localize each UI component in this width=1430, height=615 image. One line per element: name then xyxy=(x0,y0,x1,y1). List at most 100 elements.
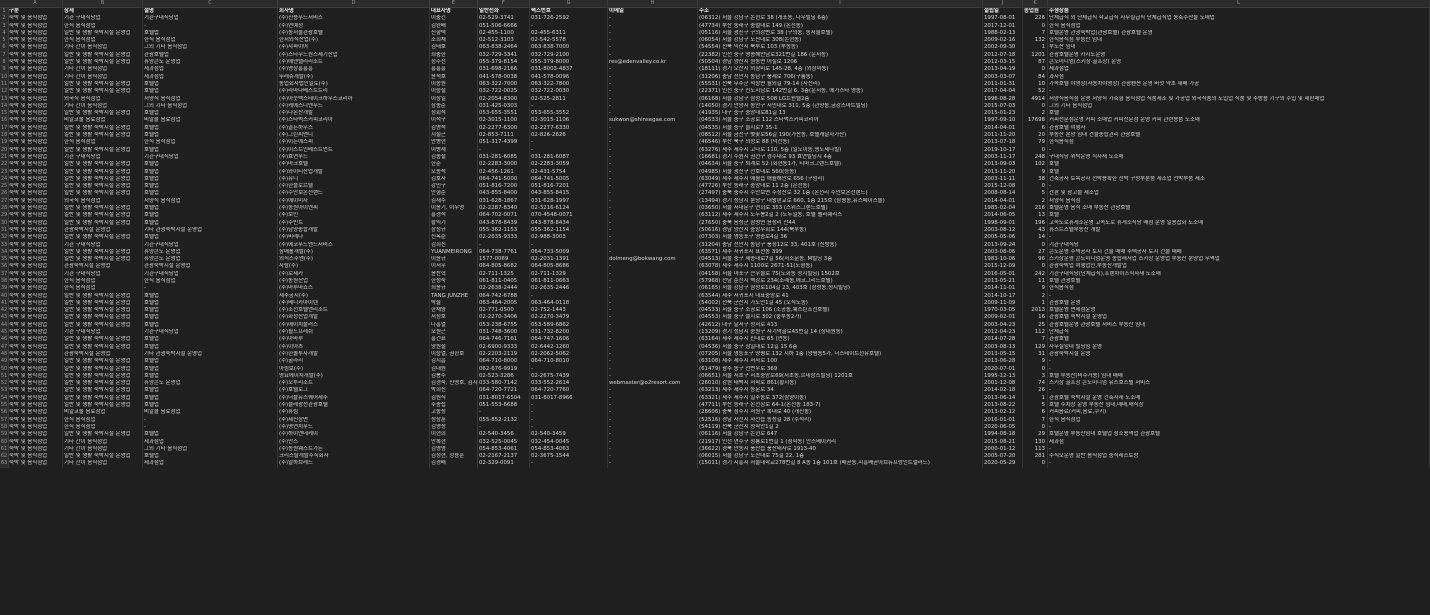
table-cell[interactable]: - xyxy=(608,321,698,330)
table-cell[interactable]: 043-855-8415 xyxy=(530,190,608,198)
table-cell[interactable]: (21917) 인천 연수구 청룡로1번길 1 (청학동) 안스베이커리 xyxy=(698,438,983,446)
table-cell[interactable]: (22371) 인천 중구 신도시남로 142번길 6, 3층(운서동, 에가스… xyxy=(698,88,983,96)
table-cell[interactable]: 02-988-3003 xyxy=(530,234,608,242)
table-cell[interactable]: 숙박 및 음식점업 xyxy=(8,402,63,410)
table-cell[interactable]: 055-852-2132 xyxy=(478,416,530,424)
row-number[interactable]: 22 xyxy=(0,161,8,169)
table-cell[interactable]: 1998-09-01 xyxy=(983,219,1023,227)
table-cell[interactable]: - xyxy=(608,350,698,359)
table-cell[interactable]: 기관구내식당(단체급식),프랜차이즈식자재 도소매 xyxy=(1048,270,1430,278)
table-cell[interactable]: 호텔업 xyxy=(143,161,278,169)
table-cell[interactable]: 일반 및 생활 숙박시설 운영업 xyxy=(63,292,143,300)
table-cell[interactable]: 1997-08-01 xyxy=(983,15,1023,23)
table-cell[interactable]: - xyxy=(608,95,698,103)
table-cell[interactable]: (07205) 서울 영등포구 양평로 132 지하 1층 (양평동5가, 더스… xyxy=(698,350,983,359)
table-cell[interactable]: (55531) 전북 무주군 적상면 월외길 79-14 (사천리) xyxy=(698,80,983,89)
table-cell[interactable]: 14 xyxy=(1023,234,1048,242)
table-cell[interactable]: (06054) 서울 강남구 도산대로 308(논현동) xyxy=(698,37,983,45)
table-cell[interactable]: 장정규 xyxy=(430,226,478,235)
table-cell[interactable]: 02-2283-3000 xyxy=(478,161,530,169)
table-cell[interactable]: 2011-11-20 xyxy=(983,132,1023,140)
table-cell[interactable]: 79 xyxy=(1023,139,1048,147)
table-cell[interactable]: 숙박 및 음식점업 xyxy=(8,438,63,446)
table-cell[interactable]: 비알코올 음료점업 xyxy=(63,409,143,417)
table-cell[interactable]: - xyxy=(530,146,608,154)
table-cell[interactable]: 호텔업 xyxy=(143,219,278,227)
table-cell[interactable]: 호텔업 xyxy=(143,343,278,351)
table-cell[interactable]: 02-2270-3479 xyxy=(530,314,608,322)
table-cell[interactable]: 2014-04-01 xyxy=(983,197,1023,206)
table-cell[interactable]: 숙박 및 음식점업 xyxy=(8,365,63,373)
header-cell[interactable]: 이메일 xyxy=(608,8,698,16)
table-cell[interactable]: 호텔업 xyxy=(143,453,278,461)
row-number[interactable]: 15 xyxy=(0,110,8,118)
table-cell[interactable]: 064-702-0071 xyxy=(478,212,530,220)
row-number[interactable]: 18 xyxy=(0,132,8,140)
table-cell[interactable]: 조희채 xyxy=(430,37,478,45)
table-cell[interactable]: 일반 및 생활 숙박시설 운영업 xyxy=(63,29,143,38)
table-cell[interactable]: - xyxy=(608,234,698,242)
table-cell[interactable]: 관광숙박시설 운영업 xyxy=(63,226,143,235)
row-number[interactable]: 44 xyxy=(0,322,8,330)
table-cell[interactable]: 061-811-0663 xyxy=(530,277,608,286)
table-cell[interactable]: - xyxy=(608,438,698,446)
table-cell[interactable]: 일반 및 생활 숙박시설 운영업 xyxy=(63,59,143,67)
table-cell[interactable]: 아림보(주) xyxy=(278,365,430,373)
table-cell[interactable]: 6 xyxy=(1023,409,1048,417)
table-cell[interactable]: 02-711-1325 xyxy=(478,270,530,278)
table-cell[interactable]: (36622) 경북 안동시 풍산읍 풍산태사로 1913-40 xyxy=(698,445,983,454)
table-cell[interactable]: - xyxy=(143,285,278,293)
table-cell[interactable]: 오원근 xyxy=(430,329,478,337)
table-cell[interactable]: (주)진용푸드서비스 xyxy=(278,15,430,23)
table-cell[interactable]: 박슬 xyxy=(430,299,478,308)
table-cell[interactable]: 한서외식산업(주) xyxy=(278,37,430,45)
table-cell[interactable]: 휴양콘도 운영업 xyxy=(143,256,278,264)
table-cell[interactable]: 2003-08-06 xyxy=(983,248,1023,257)
table-cell[interactable]: 2017-12-01 xyxy=(983,22,1023,30)
table-cell[interactable]: 이서우 xyxy=(430,263,478,271)
table-cell[interactable]: 숙박 및 음식점업 xyxy=(8,88,63,96)
table-cell[interactable]: - xyxy=(530,139,608,147)
table-cell[interactable]: 김경배 xyxy=(430,460,478,468)
table-cell[interactable]: 호텔운영 면세점운영 xyxy=(1048,307,1430,315)
table-cell[interactable]: 가족호텔 야영장(자동차야영장) 관광펜션 운영 버섯 약초 재배 가공 xyxy=(1048,80,1430,89)
table-cell[interactable]: 054-853-4061 xyxy=(478,445,530,454)
table-cell[interactable]: 호텔업 xyxy=(143,212,278,220)
table-cell[interactable]: 삼매홀개발(주) xyxy=(278,248,430,257)
table-cell[interactable]: 숙박 및 음식점업 xyxy=(8,124,63,133)
row-number[interactable]: 12 xyxy=(0,88,8,96)
table-cell[interactable]: 2016-01-01 xyxy=(983,416,1023,424)
table-cell[interactable]: 02-431-5754 xyxy=(530,168,608,176)
table-cell[interactable]: - xyxy=(608,29,698,38)
table-cell[interactable]: (06116) 서울 강남구 논현로 647 xyxy=(698,431,983,439)
table-cell[interactable]: 063-464-0118 xyxy=(530,299,608,308)
table-cell[interactable]: 그외 기타 음식점업 xyxy=(143,44,278,52)
row-number[interactable]: 16 xyxy=(0,117,8,125)
table-cell[interactable]: (04513) 서울 중구 세종대로7길 56(서소문동, M빌딩 3층 xyxy=(698,256,983,264)
table-cell[interactable]: - xyxy=(608,73,698,81)
table-cell[interactable]: 제과점업 xyxy=(143,438,278,446)
table-cell[interactable]: 2014-11-01 xyxy=(983,285,1023,293)
table-cell[interactable]: 그외 기타 음식점업 xyxy=(143,445,278,454)
table-cell[interactable]: 2014-02-18 xyxy=(983,387,1023,395)
table-cell[interactable]: 29 xyxy=(1023,431,1048,439)
table-cell[interactable]: 031-698-2166 xyxy=(478,66,530,74)
column-letter-L[interactable]: L xyxy=(1048,0,1430,7)
table-cell[interactable]: 관광호텔운영 카지노운영 xyxy=(1048,51,1430,60)
table-cell[interactable]: 이송원 xyxy=(430,80,478,89)
table-cell[interactable]: (주)골든하우스 xyxy=(278,124,430,133)
table-cell[interactable]: 2002-09-30 xyxy=(983,44,1023,52)
table-cell[interactable]: - xyxy=(478,241,530,249)
table-cell[interactable]: - xyxy=(608,343,698,351)
table-cell[interactable]: 김정현, 정용훈 xyxy=(430,453,478,461)
table-cell[interactable]: (주)에이치플러스 xyxy=(278,321,430,330)
table-cell[interactable]: (42612) 대구 달서구 성서로 413 xyxy=(698,321,983,330)
table-cell[interactable]: 숙박 및 음식점업 xyxy=(8,175,63,184)
table-cell[interactable]: 053-589-6862 xyxy=(530,321,608,330)
table-cell[interactable]: 호텔업 xyxy=(143,234,278,242)
table-cell[interactable]: 02-2062-5062 xyxy=(530,350,608,359)
table-cell[interactable]: 061-811-0405 xyxy=(478,277,530,286)
table-cell[interactable]: 02-2277-6330 xyxy=(530,124,608,133)
table-cell[interactable]: (주)다온산개발 xyxy=(278,110,430,118)
table-cell[interactable]: - xyxy=(608,15,698,23)
